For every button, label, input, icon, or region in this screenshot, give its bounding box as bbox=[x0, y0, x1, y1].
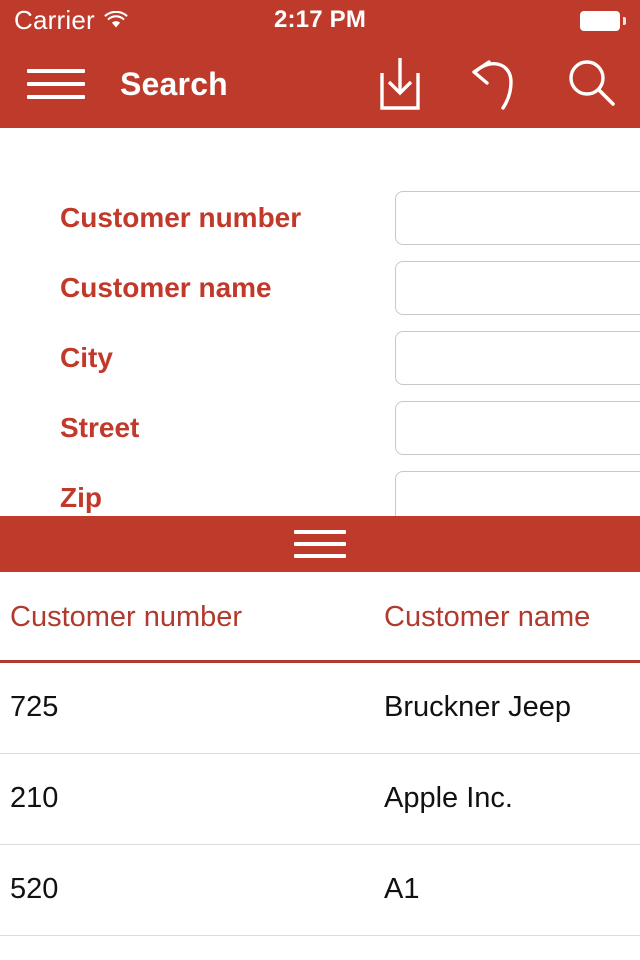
label-city: City bbox=[60, 342, 113, 373]
panel-splitter[interactable] bbox=[0, 516, 640, 572]
input-street[interactable] bbox=[395, 401, 640, 455]
search-button[interactable] bbox=[544, 40, 640, 128]
status-bar-clock: 2:17 PM bbox=[273, 6, 367, 33]
label-zip: Zip bbox=[60, 482, 102, 513]
input-zip[interactable] bbox=[395, 471, 640, 516]
navigation-actions bbox=[352, 40, 640, 128]
drag-handle-icon[interactable] bbox=[294, 530, 346, 558]
cell-customer-number: 210 bbox=[10, 782, 59, 814]
label-street: Street bbox=[60, 412, 140, 443]
table-row[interactable]: 520 A1 bbox=[0, 845, 640, 936]
table-row[interactable]: 725 Bruckner Jeep bbox=[0, 663, 640, 754]
undo-arrow-icon bbox=[467, 56, 525, 112]
form-row-street: Street bbox=[0, 393, 640, 463]
input-customer-name[interactable] bbox=[395, 261, 640, 315]
form-row-zip: Zip bbox=[0, 463, 640, 516]
search-form-panel: Customer number Customer name City Stree… bbox=[0, 128, 640, 516]
form-row-customer-number: Customer number bbox=[0, 183, 640, 253]
magnifier-icon bbox=[564, 56, 620, 112]
battery-full-icon bbox=[580, 11, 626, 31]
table-header-row: Customer number Customer name bbox=[0, 572, 640, 663]
form-row-customer-name: Customer name bbox=[0, 253, 640, 323]
label-customer-number: Customer number bbox=[60, 202, 302, 233]
cell-customer-number: 520 bbox=[10, 873, 59, 905]
save-button[interactable] bbox=[352, 40, 448, 128]
label-customer-name: Customer name bbox=[60, 272, 272, 303]
status-bar: Carrier 2:17 PM bbox=[0, 0, 640, 40]
column-header-customer-name[interactable]: Customer name bbox=[384, 600, 590, 634]
undo-button[interactable] bbox=[448, 40, 544, 128]
navigation-bar: Search bbox=[0, 40, 640, 128]
download-box-icon bbox=[374, 56, 426, 112]
hamburger-menu-icon[interactable] bbox=[27, 66, 85, 102]
input-city[interactable] bbox=[395, 331, 640, 385]
cell-customer-name: Bruckner Jeep bbox=[384, 691, 571, 723]
cell-customer-number: 725 bbox=[10, 691, 59, 723]
results-table: Customer number Customer name 725 Bruckn… bbox=[0, 572, 640, 960]
cell-customer-name: Apple Inc. bbox=[384, 782, 513, 814]
form-row-city: City bbox=[0, 323, 640, 393]
app-screen: Carrier 2:17 PM Search Customer number C… bbox=[0, 0, 640, 960]
table-row[interactable]: 210 Apple Inc. bbox=[0, 754, 640, 845]
page-title: Search bbox=[120, 66, 228, 102]
column-header-customer-number[interactable]: Customer number bbox=[10, 600, 242, 634]
input-customer-number[interactable] bbox=[395, 191, 640, 245]
cell-customer-name: A1 bbox=[384, 873, 420, 905]
